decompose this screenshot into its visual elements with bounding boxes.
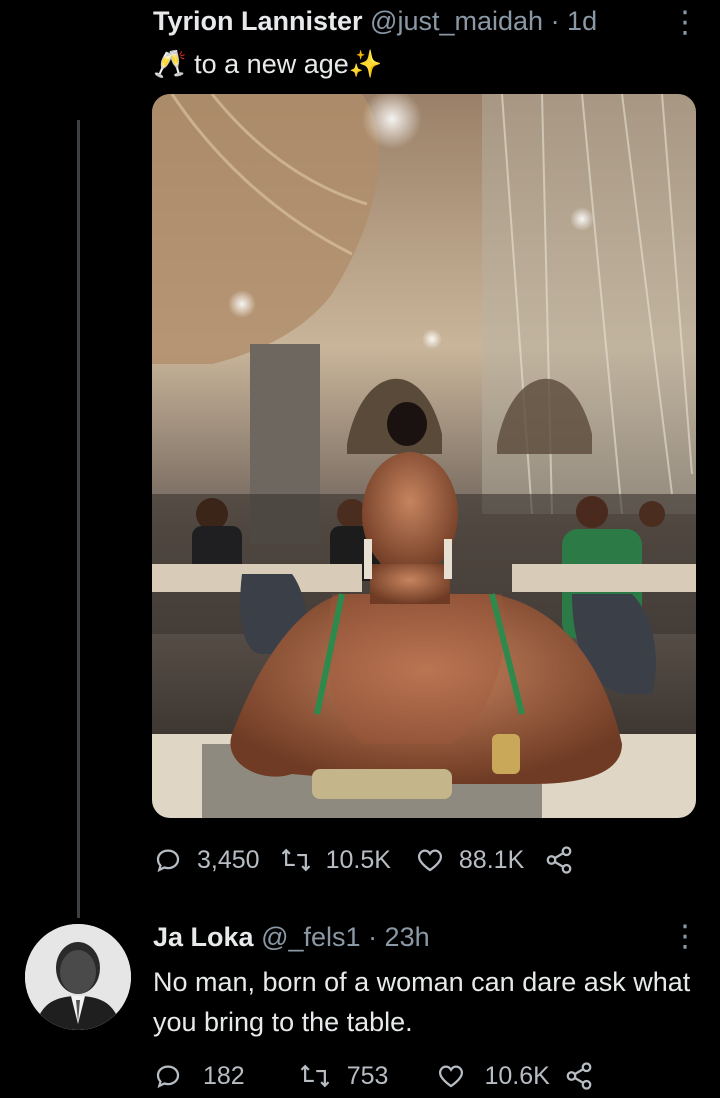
tweet-photo[interactable] — [152, 94, 696, 818]
more-icon[interactable]: ⋮ — [670, 8, 700, 38]
reply-count: 3,450 — [197, 845, 260, 874]
reply-like-button[interactable]: 10.6K — [436, 1061, 550, 1091]
author-handle[interactable]: @just_maidah — [370, 6, 543, 36]
reply-share-button[interactable] — [564, 1061, 594, 1091]
like-count: 88.1K — [458, 845, 525, 874]
retweet-icon — [300, 1064, 330, 1088]
tweet-header: Tyrion Lannister @just_maidah · 1d — [153, 6, 597, 37]
reply-reply-button[interactable]: 182 — [153, 1061, 245, 1091]
tweet-body: to a new age — [194, 49, 349, 79]
reply-like-count: 10.6K — [484, 1061, 550, 1090]
heart-icon — [439, 1065, 464, 1088]
reply-more-icon[interactable]: ⋮ — [670, 922, 700, 952]
reply-retweet-count: 753 — [346, 1061, 389, 1090]
champagne-emoji: 🥂 — [153, 49, 187, 79]
reply-reply-count: 182 — [203, 1061, 245, 1090]
sparkles-emoji: ✨ — [348, 49, 383, 79]
reply-text: No man, born of a woman can dare ask wha… — [153, 967, 691, 1037]
share-button[interactable] — [544, 845, 574, 875]
reply-retweet-button[interactable]: 753 — [299, 1061, 389, 1091]
reply-button[interactable]: 3,450 — [153, 845, 260, 875]
reply-actions: 182 753 10.6K — [153, 1054, 594, 1098]
reply-icon — [156, 1065, 180, 1089]
author-name[interactable]: Tyrion Lannister — [153, 6, 363, 36]
tweet-text: 🥂 to a new age✨ — [153, 48, 382, 80]
thread-line — [77, 120, 80, 918]
retweet-count: 10.5K — [325, 845, 391, 874]
retweet-icon — [281, 848, 310, 872]
reply-author-handle[interactable]: @_fels1 — [261, 922, 360, 952]
reply-icon — [156, 849, 180, 873]
reply-time[interactable]: · 23h — [368, 922, 430, 952]
reply-header: Ja Loka @_fels1 · 23h — [153, 922, 430, 953]
reply-author-name[interactable]: Ja Loka — [153, 922, 254, 952]
heart-icon — [417, 849, 442, 872]
like-button[interactable]: 88.1K — [415, 845, 524, 875]
tweet-time[interactable]: · 1d — [551, 6, 598, 36]
retweet-button[interactable]: 10.5K — [280, 845, 391, 875]
share-icon — [546, 846, 572, 874]
reply-avatar[interactable] — [25, 924, 131, 1030]
tweet-actions: 3,450 10.5K 88.1K — [153, 838, 574, 882]
share-icon — [566, 1062, 592, 1090]
